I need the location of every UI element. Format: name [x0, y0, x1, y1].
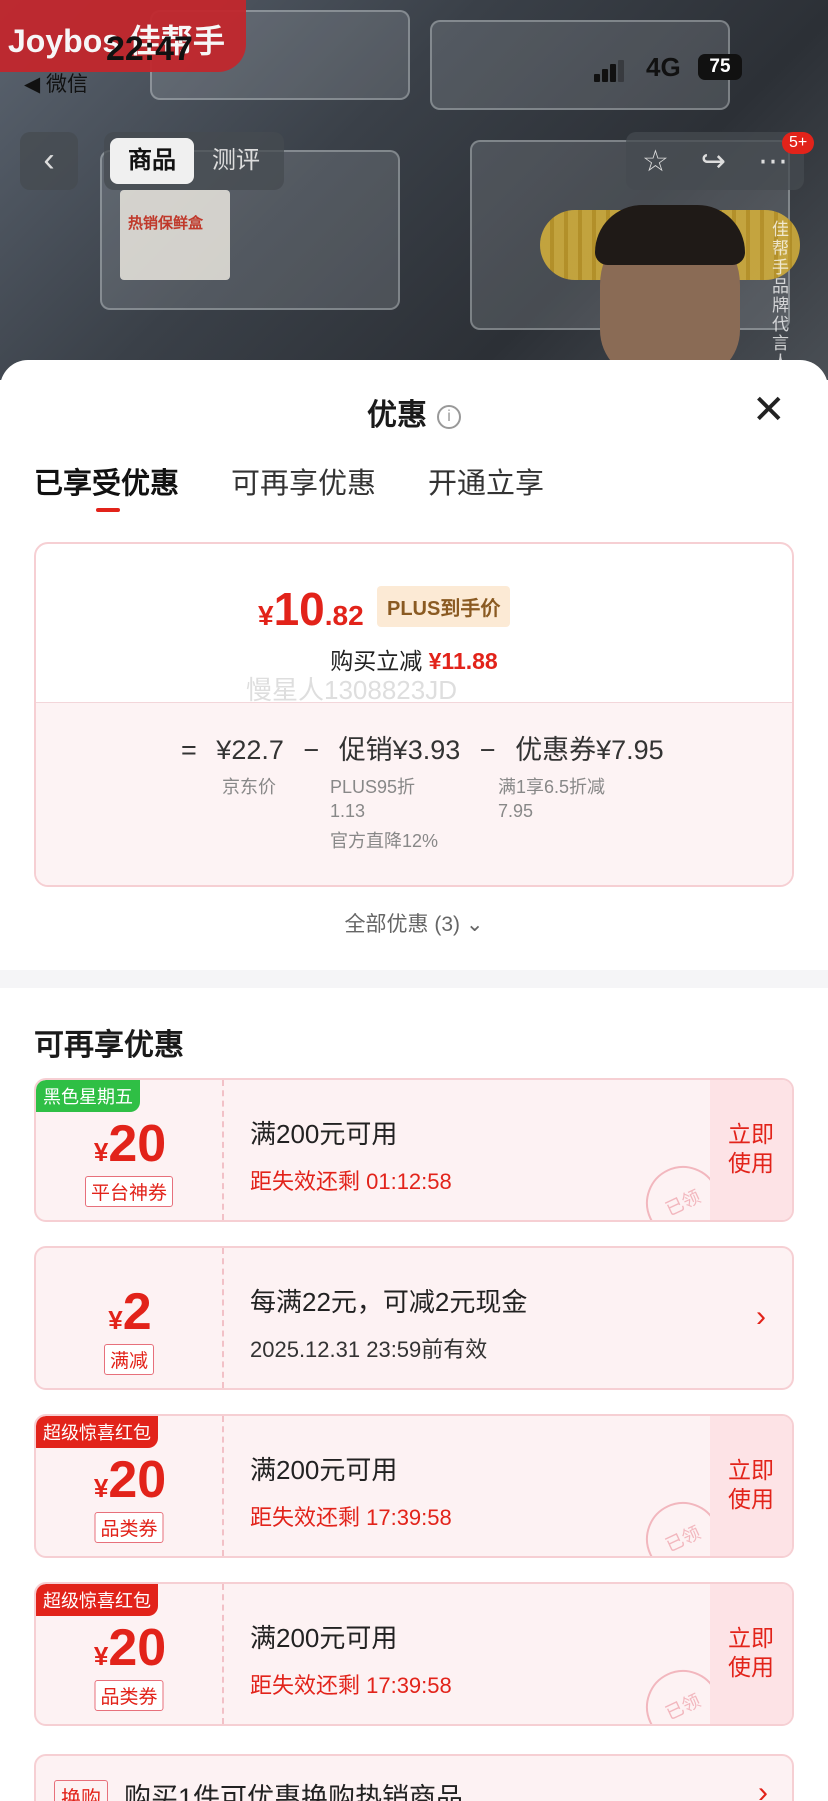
coupon-card[interactable]: ¥20 品类券 超级惊喜红包 满200元可用 距失效还剩 17:39:58 已领…: [34, 1582, 794, 1726]
page: 热销保鲜盒 佳帮手品牌代言人 谢霆锋 Joybos 佳帮手 22:47 ◀ 微信…: [0, 0, 828, 1801]
back-to-wechat[interactable]: ◀ 微信: [24, 68, 88, 98]
coupon-tag: 超级惊喜红包: [36, 1416, 158, 1448]
use-now-button[interactable]: 立即 使用: [710, 1416, 792, 1556]
all-offers-toggle[interactable]: 全部优惠 (3) ⌄: [0, 908, 828, 938]
promo-detail-2: 1.13: [330, 801, 366, 821]
coupon-card[interactable]: ¥20 平台神券 黑色星期五 满200元可用 距失效还剩 01:12:58 已领…: [34, 1078, 794, 1222]
promo-amount: 促销¥3.93: [338, 735, 461, 765]
watermark: 慢星人1308823JD: [246, 675, 457, 705]
coupon-tag: 超级惊喜红包: [36, 1584, 158, 1616]
base-price-label: 京东价: [222, 777, 276, 797]
coupon-currency: ¥: [93, 1473, 109, 1503]
coupon-condition: 满200元可用: [250, 1623, 398, 1653]
coupon-amount: ¥20: [36, 1114, 224, 1174]
coupon-card[interactable]: ¥20 品类券 超级惊喜红包 满200元可用 距失效还剩 17:39:58 已领…: [34, 1414, 794, 1558]
coupon-condition: 每满22元，可减2元现金: [250, 1287, 528, 1317]
coupon-value: 20: [108, 1451, 167, 1509]
coupon-countdown: 距失效还剩 01:12:58: [250, 1169, 452, 1194]
coupon-value-area: ¥2 满减: [36, 1248, 224, 1388]
coupon-detail-2: 7.95: [498, 801, 534, 821]
offer-tabs: 已享受优惠 可再享优惠 开通立享: [34, 460, 544, 512]
box-label-text: 热销保鲜盒: [128, 215, 204, 232]
chevron-right-icon[interactable]: ›: [758, 1776, 768, 1801]
coupon-value: 20: [108, 1619, 167, 1677]
nav-actions: ☆ ↪ ⋯: [626, 132, 804, 190]
coupon-type: 满减: [103, 1344, 155, 1375]
coupon-validity: 2025.12.31 23:59前有效: [250, 1337, 488, 1362]
promo-detail-3: 官方直降12%: [330, 831, 439, 851]
final-price: ¥10.82: [258, 582, 364, 636]
container-shelf: [430, 20, 730, 110]
exchange-text: 购买1件可优惠换购热销商品: [124, 1783, 464, 1801]
spokesperson-hair: [595, 205, 745, 265]
box-label: [120, 190, 230, 280]
tab-more-offers[interactable]: 可再享优惠: [231, 460, 376, 502]
price-card: ¥10.82 PLUS到手价 购买立减 ¥11.88 = ¥22.7 − 促销¥…: [34, 542, 794, 887]
coupon-currency: ¥: [93, 1137, 109, 1167]
network-type: 4G: [646, 52, 681, 82]
coupon-countdown: 距失效还剩 17:39:58: [250, 1673, 452, 1698]
coupon-amount: ¥20: [36, 1618, 224, 1678]
coupon-detail-1: 满1享6.5折减: [498, 777, 606, 797]
chevron-right-icon[interactable]: ›: [756, 1300, 766, 1334]
status-time: 22:47: [106, 30, 193, 68]
coupon-type: 品类券: [94, 1512, 164, 1543]
price-currency: ¥: [258, 600, 274, 631]
info-icon[interactable]: i: [437, 405, 461, 430]
minus-sign: −: [479, 735, 496, 765]
coupon-currency: ¥: [108, 1305, 123, 1335]
coupon-condition: 满200元可用: [250, 1119, 398, 1149]
use-now-label: 立即 使用: [728, 1457, 774, 1512]
tab-product[interactable]: 商品: [110, 138, 194, 184]
price-integer: 10: [273, 583, 325, 635]
exchange-tag: 换购: [54, 1780, 108, 1801]
close-icon[interactable]: ✕: [752, 390, 786, 430]
section-divider: [0, 970, 828, 988]
price-formula: = ¥22.7 − 促销¥3.93 − 优惠券¥7.95: [181, 728, 676, 767]
plus-price-tag: PLUS到手价: [377, 586, 511, 627]
use-now-label: 立即 使用: [728, 1625, 774, 1680]
coupon-card[interactable]: ¥2 满减 每满22元，可减2元现金 2025.12.31 23:59前有效 ›: [34, 1246, 794, 1390]
signal-icon: [594, 60, 626, 82]
use-now-button[interactable]: 立即 使用: [710, 1080, 792, 1220]
promo-detail-1: PLUS95折: [330, 777, 416, 797]
sheet-title-text: 优惠: [367, 399, 427, 432]
coupon-amount: ¥2: [36, 1282, 224, 1342]
battery-icon: 75: [698, 54, 742, 80]
coupon-condition: 满200元可用: [250, 1455, 398, 1485]
coupon-type: 品类券: [94, 1680, 164, 1711]
coupon-countdown: 距失效还剩 17:39:58: [250, 1505, 452, 1530]
coupon-currency: ¥: [93, 1641, 109, 1671]
minus-sign: −: [303, 735, 320, 765]
coupon-amount: 优惠券¥7.95: [515, 735, 664, 765]
coupon-tag: 黑色星期五: [36, 1080, 140, 1112]
page-segment: 商品 测评: [104, 132, 284, 190]
tab-activate[interactable]: 开通立享: [428, 460, 544, 502]
equals-sign: =: [181, 735, 197, 765]
all-offers-label: 全部优惠 (3): [344, 913, 461, 936]
tab-enjoyed[interactable]: 已享受优惠: [34, 460, 179, 512]
star-icon[interactable]: ☆: [642, 144, 669, 179]
use-now-button[interactable]: 立即 使用: [710, 1584, 792, 1724]
spokesperson-caption: 佳帮手品牌代言人 谢霆锋: [772, 220, 789, 380]
base-price: ¥22.7: [216, 735, 284, 765]
offers-sheet: 优惠 i ✕ 已享受优惠 可再享优惠 开通立享 ¥10.82 PLUS到手价 购买…: [0, 360, 828, 1801]
exchange-offer-card[interactable]: 换购 购买1件可优惠换购热销商品 ›: [34, 1754, 794, 1801]
coupon-type: 平台神券: [84, 1176, 174, 1207]
share-icon[interactable]: ↪: [701, 144, 726, 179]
message-badge: 5+: [782, 132, 815, 154]
use-now-label: 立即 使用: [728, 1121, 774, 1176]
price-breakdown: = ¥22.7 − 促销¥3.93 − 优惠券¥7.95 京东价 PLUS95折…: [36, 702, 792, 885]
back-button[interactable]: ‹: [20, 132, 78, 190]
price-decimal: .82: [324, 600, 364, 631]
coupon-value: 20: [108, 1115, 167, 1173]
coupon-amount: ¥20: [36, 1450, 224, 1510]
chevron-down-icon: ⌄: [465, 913, 484, 936]
coupon-value: 2: [122, 1283, 152, 1341]
sheet-title: 优惠 i: [0, 390, 828, 434]
section-title: 可再享优惠: [34, 1029, 184, 1062]
tab-review[interactable]: 测评: [194, 138, 278, 184]
